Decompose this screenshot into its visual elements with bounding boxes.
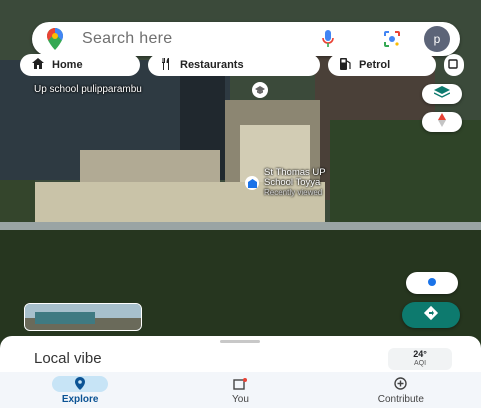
nav-label: Contribute <box>377 393 424 405</box>
home-icon <box>32 58 44 72</box>
nav-label: Explore <box>61 393 99 405</box>
place-name-line2: School Toyya <box>264 177 321 188</box>
category-chips: Home Restaurants Petrol <box>20 54 464 76</box>
weather-aqi: AQI <box>413 360 427 367</box>
recent-place-label[interactable]: St Thomas UP School Toyya Recently viewe… <box>264 168 326 198</box>
place-subtitle: Recently viewed <box>264 188 323 197</box>
street-view-thumbnail[interactable] <box>24 303 142 331</box>
chip-more[interactable] <box>444 54 464 76</box>
chip-petrol[interactable]: Petrol <box>328 54 436 76</box>
lens-icon[interactable] <box>380 30 404 48</box>
nav-contribute[interactable]: Contribute <box>321 372 481 408</box>
chip-label: Petrol <box>359 59 391 71</box>
compass-icon <box>437 112 447 132</box>
fuel-icon <box>340 57 351 73</box>
weather-temp: 24° <box>413 349 427 359</box>
mic-icon[interactable] <box>316 30 340 48</box>
compass-button[interactable] <box>422 112 462 132</box>
recent-place-pin-icon[interactable] <box>245 176 259 190</box>
school-icon[interactable] <box>252 82 268 98</box>
sheet-drag-handle[interactable] <box>220 340 260 343</box>
chip-restaurants[interactable]: Restaurants <box>148 54 320 76</box>
maps-logo-icon <box>42 26 68 52</box>
avatar[interactable]: p <box>424 26 450 52</box>
location-pin-icon <box>52 375 109 392</box>
layers-icon <box>433 85 451 103</box>
fork-knife-icon <box>160 57 172 73</box>
add-circle-icon <box>373 376 429 392</box>
nav-you[interactable]: You <box>160 372 320 408</box>
my-location-button[interactable] <box>406 272 458 294</box>
bottom-nav: Explore You Contribute <box>0 372 481 408</box>
directions-button[interactable] <box>402 302 460 328</box>
map-road <box>0 222 481 230</box>
search-input[interactable]: Search here <box>82 30 316 48</box>
directions-icon <box>423 305 439 326</box>
map-place-label[interactable]: Up school pulipparambu <box>34 84 142 95</box>
status-bar <box>0 0 481 22</box>
layers-button[interactable] <box>422 84 462 104</box>
thumb-building <box>35 312 95 324</box>
nav-label: You <box>232 393 249 405</box>
chip-home[interactable]: Home <box>20 54 140 76</box>
chip-overflow-icon <box>448 58 458 72</box>
saved-icon <box>212 376 268 392</box>
search-bar[interactable]: Search here p <box>32 22 460 56</box>
nav-explore[interactable]: Explore <box>0 372 160 408</box>
sheet-title: Local vibe <box>34 350 102 367</box>
my-location-icon <box>427 274 437 292</box>
weather-chip[interactable]: 24° AQI <box>388 348 452 370</box>
map-wall <box>80 150 220 184</box>
chip-label: Home <box>52 59 83 71</box>
chip-label: Restaurants <box>180 59 244 71</box>
